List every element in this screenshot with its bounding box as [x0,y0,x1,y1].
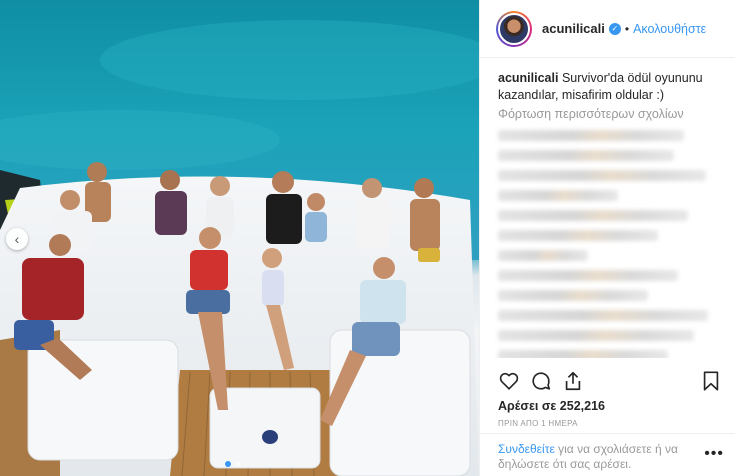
blurred-comment-line [498,210,688,221]
share-icon[interactable] [562,370,584,392]
post-photo[interactable]: ‹ [0,0,479,476]
post-timestamp[interactable]: ΠΡΙΝ ΑΠΟ 1 ΗΜΕΡΑ [498,419,578,428]
blurred-comment-line [498,310,708,321]
carousel-indicator [225,461,241,467]
follow-button[interactable]: Ακολουθήστε [633,22,706,36]
blurred-comments [498,130,719,358]
blurred-comment-line [498,350,668,358]
comment-icon[interactable] [530,370,552,392]
carousel-dot-active [225,461,231,467]
avatar-image [498,12,530,45]
blurred-comment-line [498,250,588,261]
blurred-comment-line [498,190,618,201]
heart-icon[interactable] [498,370,520,392]
post-sidebar: acunilicali ✓ • Ακολουθήστε acunilicali … [479,0,735,476]
blurred-comment-line [498,330,694,341]
avatar[interactable] [496,10,532,47]
post-actions [498,370,722,394]
login-prompt: Συνδεθείτε για να σχολιάσετε ή να δηλώσε… [480,433,735,476]
blurred-comment-line [498,230,658,241]
blurred-comment-line [498,290,648,301]
verified-badge-icon: ✓ [608,22,621,35]
blurred-comment-line [498,170,706,181]
carousel-prev-button[interactable]: ‹ [6,228,28,250]
separator-dot: • [624,21,630,36]
post-caption: acunilicali Survivor'da ödül oyununu kaz… [498,70,719,104]
bookmark-icon[interactable] [700,370,722,392]
group-photo-on-yacht [0,0,479,476]
caption-username[interactable]: acunilicali [498,71,558,85]
login-link[interactable]: Συνδεθείτε [498,442,555,456]
likes-count[interactable]: Αρέσει σε 252,216 [498,399,605,413]
post-header: acunilicali ✓ • Ακολουθήστε [480,0,735,58]
comments-section: acunilicali Survivor'da ödül oyununu kaz… [480,58,735,358]
more-options-icon[interactable]: ••• [704,446,724,462]
blurred-comment-line [498,270,678,281]
load-more-comments-link[interactable]: Φόρτωση περισσότερων σχολίων [498,107,719,121]
blurred-comment-line [498,130,684,141]
blurred-comment-line [498,150,674,161]
username-link[interactable]: acunilicali [542,21,605,36]
chevron-left-icon: ‹ [14,231,20,247]
carousel-dot [235,461,241,467]
